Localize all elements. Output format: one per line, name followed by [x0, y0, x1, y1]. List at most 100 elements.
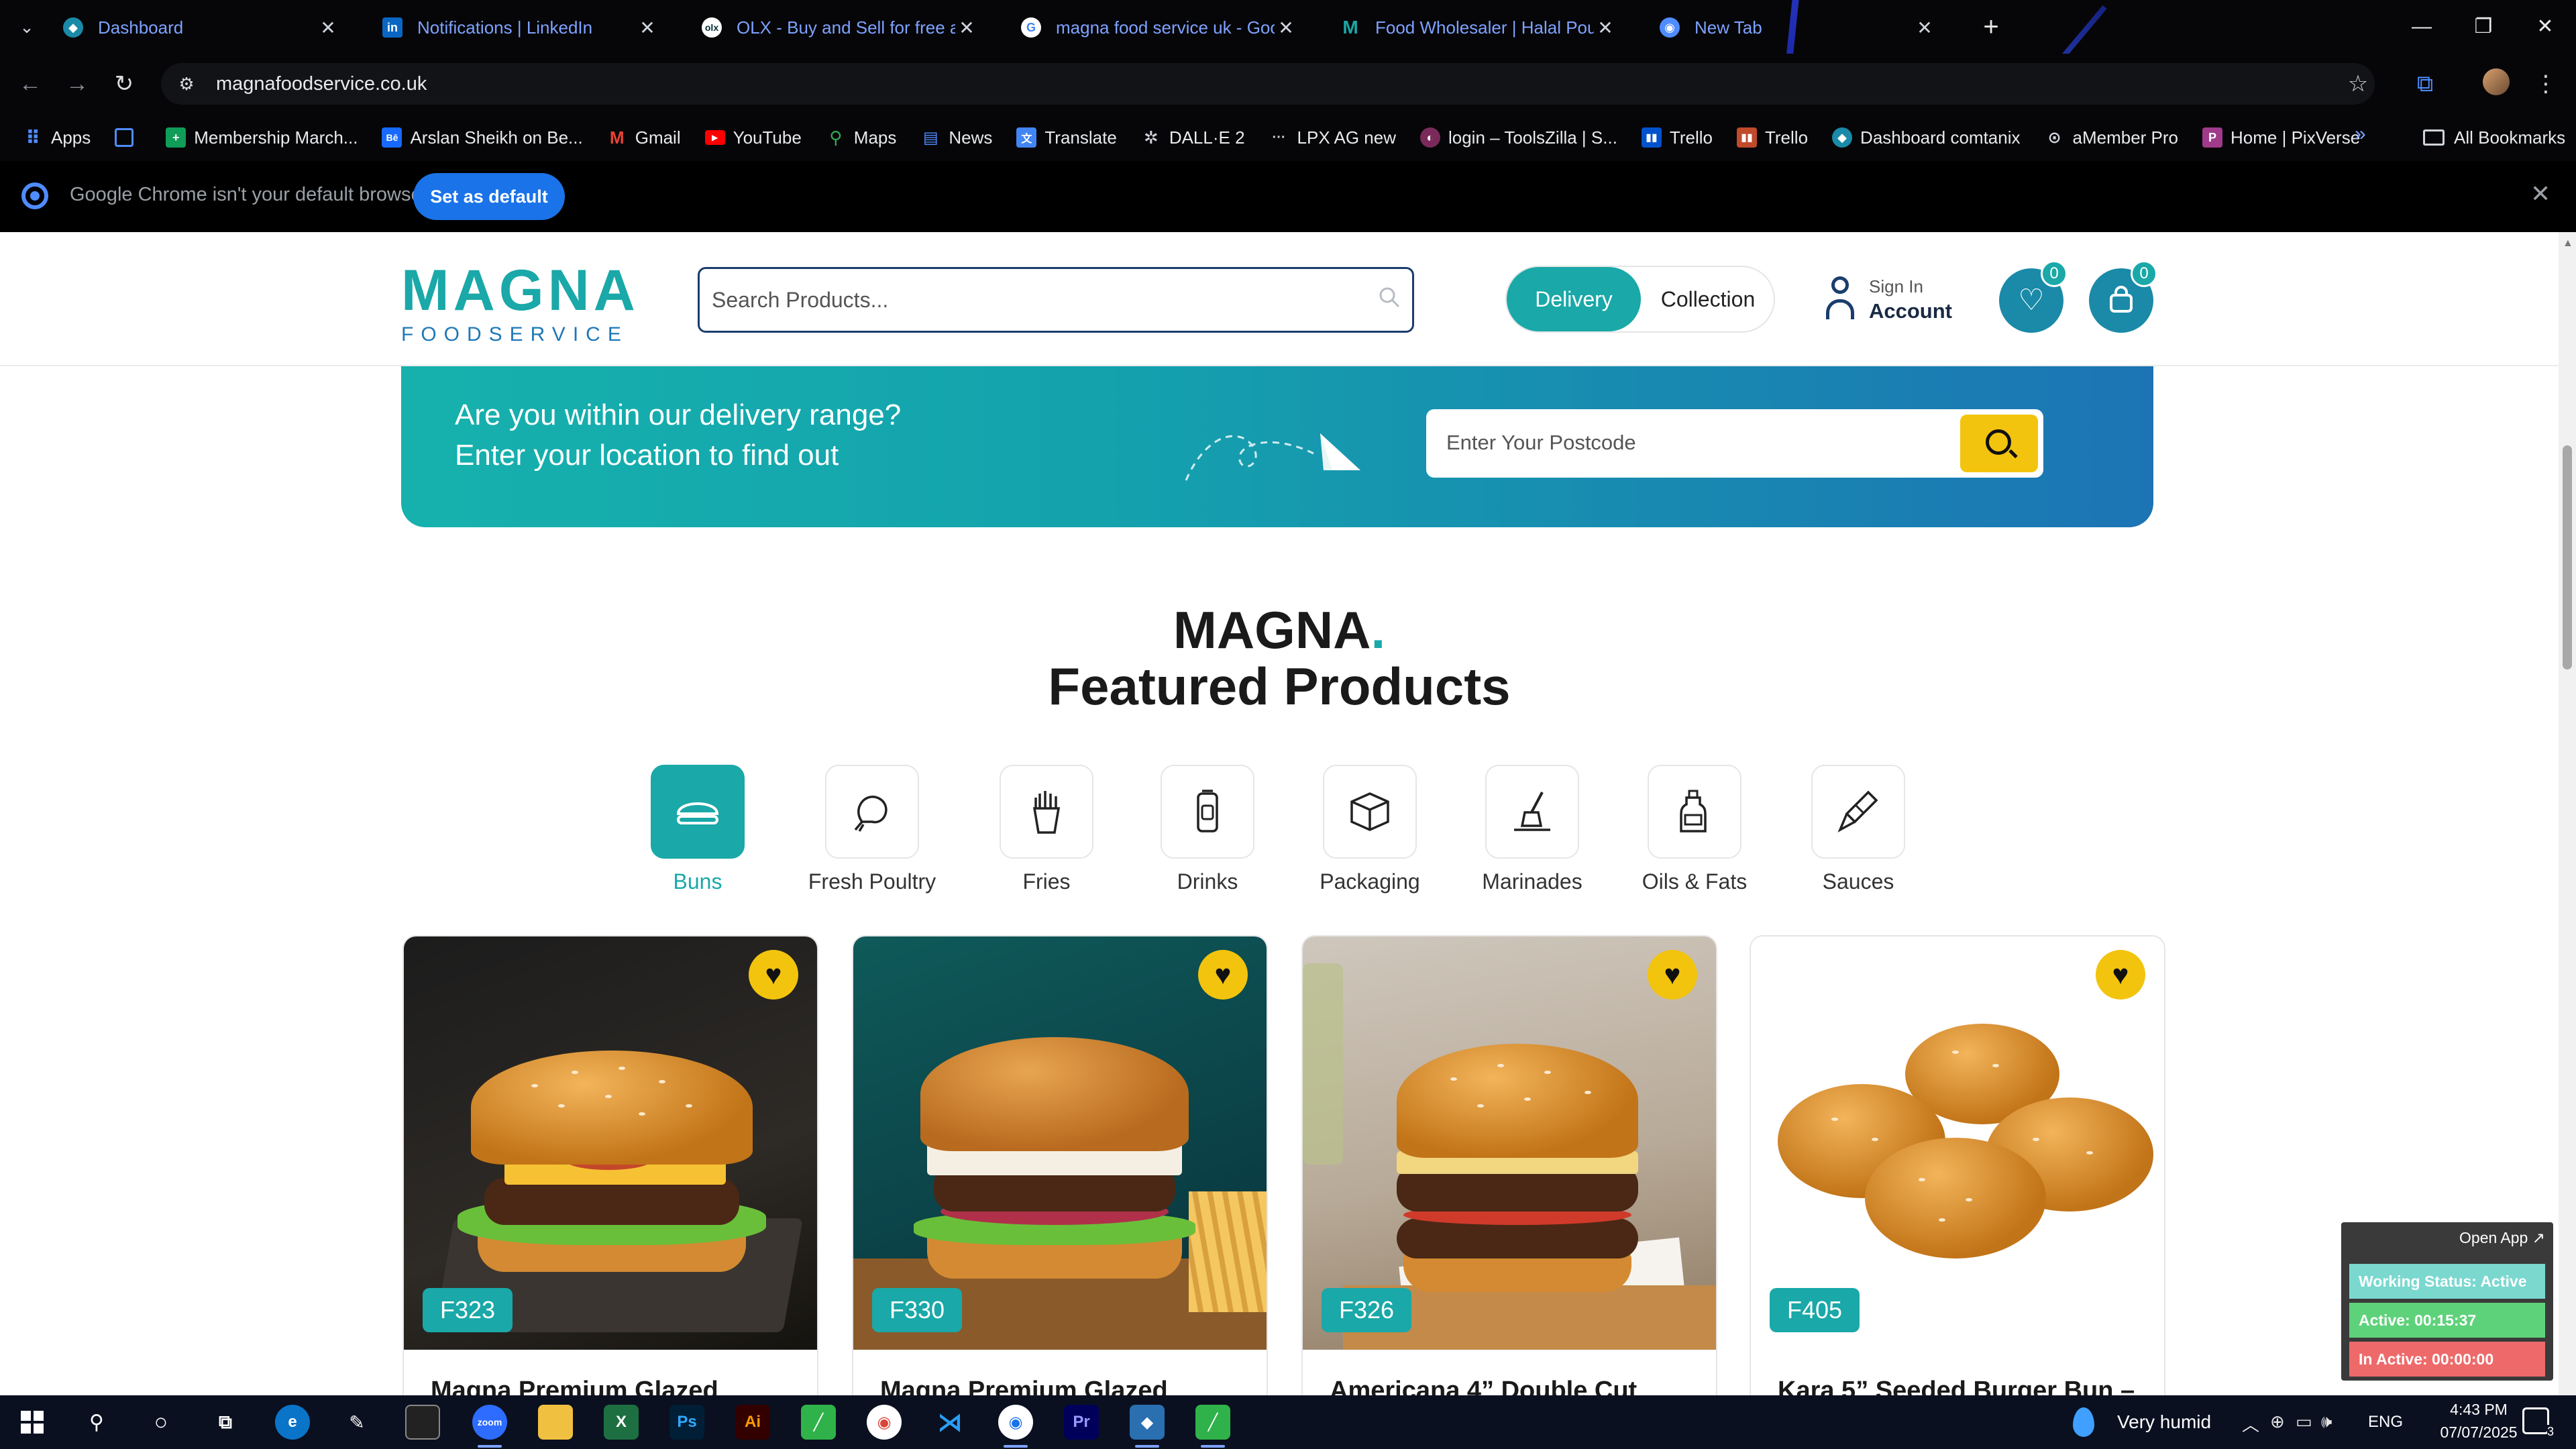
category-buns[interactable]: Buns [617, 765, 778, 899]
site-info-icon[interactable]: ⚙ [174, 72, 199, 96]
meet-icon[interactable]: ⊕ [2270, 1411, 2285, 1432]
favorite-heart-icon[interactable]: ♥ [1648, 950, 1697, 1000]
chrome-active-icon[interactable]: ◉ [998, 1405, 1033, 1448]
bookmark-item[interactable]: ··· LPX AG new [1269, 127, 1396, 148]
clock-time[interactable]: 4:43 PM [2422, 1401, 2536, 1419]
bookmark-apps[interactable]: ⠿ Apps [23, 127, 91, 148]
product-name[interactable]: Magna Premium Glazed [880, 1377, 1168, 1395]
page-scrollbar[interactable]: ▲ [2559, 232, 2576, 1395]
category-packaging[interactable]: Packaging [1289, 765, 1450, 899]
scrollbar-thumb[interactable] [2563, 445, 2572, 669]
language-indicator[interactable]: ENG [2368, 1413, 2403, 1432]
reload-icon[interactable]: ↻ [109, 68, 140, 99]
bookmark-item[interactable]: M Gmail [607, 127, 681, 148]
new-tab-plus-icon[interactable]: + [1975, 11, 2007, 43]
collection-option[interactable]: Collection [1641, 267, 1775, 331]
browser-tab[interactable]: ◆ Dashboard ✕ [47, 9, 356, 46]
bookmark-star-icon[interactable]: ☆ [2343, 68, 2373, 99]
browser-tab[interactable]: ◉ New Tab ✕ [1644, 9, 1952, 46]
product-card[interactable]: ♥ F323 Magna Premium Glazed [402, 935, 818, 1395]
browser-tab[interactable]: M Food Wholesaler | Halal Poultry ✕ [1324, 9, 1633, 46]
notification-center-icon[interactable]: 3 [2522, 1407, 2554, 1439]
postcode-search-button[interactable] [1960, 415, 2038, 472]
bookmark-item[interactable]: ▤ News [920, 127, 992, 148]
browser-tab[interactable]: G magna food service uk - Google ✕ [1005, 9, 1313, 46]
close-tab-icon[interactable]: ✕ [1275, 17, 1297, 39]
bookmark-grid[interactable] [115, 128, 142, 147]
product-card[interactable]: ♥ F330 Magna Premium Glazed [852, 935, 1268, 1395]
category-drinks[interactable]: Drinks [1127, 765, 1288, 899]
category-fresh-poultry[interactable]: Fresh Poultry [792, 765, 953, 899]
close-icon[interactable]: ✕ [2530, 180, 2551, 208]
category-sauces[interactable]: Sauces [1778, 765, 1939, 899]
product-name[interactable]: Kara 5” Seeded Burger Bun – [1778, 1377, 2135, 1395]
category-marinades[interactable]: Marinades [1452, 765, 1613, 899]
cart-button[interactable]: 0 [2089, 260, 2157, 333]
scroll-up-arrow-icon[interactable]: ▲ [2563, 237, 2573, 250]
bookmark-item[interactable]: ◐ login – ToolsZilla | S... [1419, 127, 1617, 148]
product-card[interactable]: ♥ F326 Americana 4” Double Cut [1301, 935, 1717, 1395]
windows-start-icon[interactable] [15, 1405, 50, 1440]
green-app-icon[interactable]: ╱ [1195, 1405, 1230, 1448]
favorite-heart-icon[interactable]: ♥ [749, 950, 798, 1000]
product-name[interactable]: Americana 4” Double Cut [1330, 1377, 1637, 1395]
browser-tab[interactable]: in Notifications | LinkedIn ✕ [366, 9, 675, 46]
chrome-menu-icon[interactable]: ⋮ [2530, 68, 2561, 99]
close-tab-icon[interactable]: ✕ [955, 17, 978, 39]
terminal-icon[interactable] [405, 1405, 440, 1440]
all-bookmarks-button[interactable]: All Bookmarks [2423, 118, 2565, 157]
search-input[interactable] [712, 282, 1342, 317]
chrome-icon[interactable]: ◉ [867, 1405, 902, 1440]
bookmark-item[interactable]: ◆ Dashboard comtanix [1832, 127, 2021, 148]
zoom-icon[interactable]: zoom [472, 1405, 507, 1448]
task-view-icon[interactable]: ⧉ [208, 1405, 243, 1440]
vscode-icon[interactable]: ⋊ [932, 1405, 967, 1440]
set-as-default-button[interactable]: Set as default [413, 173, 565, 220]
search-icon[interactable]: ⚲ [79, 1405, 114, 1440]
photoshop-icon[interactable]: Ps [669, 1405, 704, 1440]
forward-arrow-icon[interactable]: → [62, 68, 93, 99]
product-name[interactable]: Magna Premium Glazed [431, 1377, 718, 1395]
restore-icon[interactable]: ❐ [2453, 0, 2514, 54]
postcode-input[interactable] [1446, 425, 1956, 460]
close-tab-icon[interactable]: ✕ [1913, 17, 1936, 39]
bookmark-item[interactable]: P Home | PixVerse [2202, 127, 2360, 148]
bookmark-item[interactable]: ▶ YouTube [704, 127, 802, 148]
close-tab-icon[interactable]: ✕ [317, 17, 339, 39]
avatar[interactable] [2481, 68, 2512, 99]
favorite-heart-icon[interactable]: ♥ [1198, 950, 1248, 1000]
edge-icon[interactable]: e [275, 1405, 310, 1440]
bookmark-item[interactable]: ⚲ Maps [826, 127, 896, 148]
bookmark-item[interactable]: ▮▮ Trello [1736, 127, 1808, 148]
more-bookmarks-chevron-icon[interactable]: » [2355, 123, 2366, 146]
close-tab-icon[interactable]: ✕ [1594, 17, 1617, 39]
address-bar-url[interactable]: magnafoodservice.co.uk [216, 73, 427, 95]
wishlist-button[interactable]: ♡ 0 [1999, 260, 2068, 333]
bookmark-item[interactable]: ✲ DALL·E 2 [1141, 127, 1245, 148]
excel-icon[interactable]: X [604, 1405, 639, 1440]
delivery-option[interactable]: Delivery [1507, 267, 1641, 331]
premiere-icon[interactable]: Pr [1064, 1405, 1099, 1440]
bookmark-item[interactable]: ▮▮ Trello [1641, 127, 1713, 148]
cortana-circle-icon[interactable]: ○ [144, 1405, 178, 1440]
green-app-icon[interactable]: ╱ [801, 1405, 836, 1440]
bookmark-item[interactable]: 文 Translate [1016, 127, 1117, 148]
bookmark-item[interactable]: + Membership March... [166, 127, 358, 148]
extensions-icon[interactable]: ⧉ [2410, 68, 2440, 99]
search-icon[interactable] [1377, 285, 1404, 312]
category-oils-fats[interactable]: Oils & Fats [1614, 765, 1775, 899]
favorite-heart-icon[interactable]: ♥ [2096, 950, 2145, 1000]
tray-chevron-icon[interactable]: ︿ [2242, 1411, 2259, 1436]
bookmark-item[interactable]: Bē Arslan Sheikh on Be... [382, 127, 583, 148]
magna-logo[interactable]: MAGNA FOODSERVICE [401, 262, 639, 346]
pen-icon[interactable]: ✎ [339, 1405, 374, 1440]
category-fries[interactable]: Fries [966, 765, 1127, 899]
close-window-icon[interactable]: ✕ [2514, 0, 2576, 54]
weather-text[interactable]: Very humid [2117, 1411, 2211, 1433]
network-icon[interactable]: ▭ [2296, 1411, 2312, 1432]
bookmark-item[interactable]: ⊙ aMember Pro [2045, 127, 2178, 148]
address-bar[interactable]: ⚙ magnafoodservice.co.uk [161, 63, 2375, 105]
close-tab-icon[interactable]: ✕ [636, 17, 659, 39]
file-explorer-icon[interactable] [538, 1405, 573, 1440]
tab-search-chevron-icon[interactable]: ⌄ [12, 12, 42, 42]
